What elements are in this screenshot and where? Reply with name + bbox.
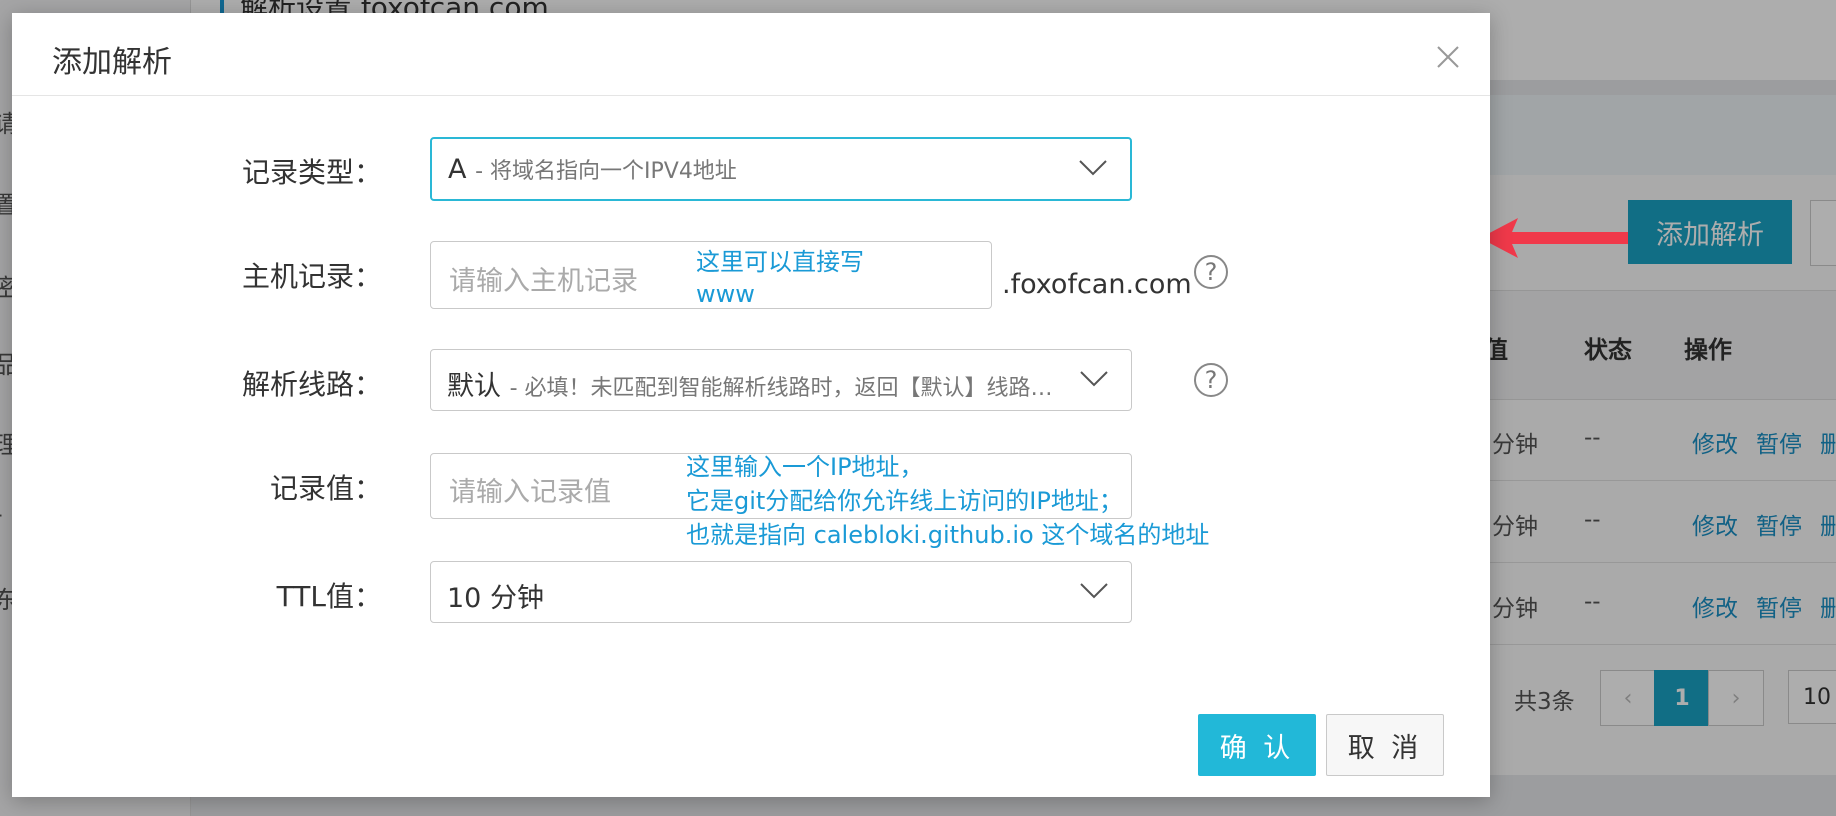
add-record-dialog: 添加解析 记录类型： A - 将域名指向一个IPV4地址 主机记录： 请输入主机… bbox=[12, 13, 1490, 797]
value-annotation-line3: 也就是指向 calebloki.github.io 这个域名的地址 bbox=[686, 521, 1210, 549]
record-value-label: 记录值： bbox=[269, 472, 382, 505]
host-annotation-line2: www bbox=[696, 280, 755, 308]
help-icon[interactable]: ? bbox=[1194, 255, 1228, 289]
ttl-select[interactable]: 10 分钟 bbox=[430, 561, 1132, 623]
cancel-button[interactable]: 取 消 bbox=[1326, 714, 1444, 776]
resolution-line-label: 解析线路： bbox=[241, 368, 382, 401]
host-record-placeholder: 请输入主机记录 bbox=[449, 266, 638, 297]
value-annotation-line1: 这里输入一个IP地址， bbox=[686, 453, 924, 481]
dialog-header: 添加解析 bbox=[12, 13, 1490, 96]
help-icon[interactable]: ? bbox=[1194, 363, 1228, 397]
resolution-line-select[interactable]: 默认 - 必填！未匹配到智能解析线路时，返回【默认】线路… bbox=[430, 349, 1132, 411]
resolution-line-description: - 必填！未匹配到智能解析线路时，返回【默认】线路… bbox=[509, 376, 1053, 401]
host-record-label: 主机记录： bbox=[241, 260, 382, 293]
domain-suffix: .foxofcan.com bbox=[1002, 269, 1192, 300]
ttl-label: TTL值： bbox=[276, 580, 382, 613]
chevron-down-icon bbox=[1080, 583, 1108, 599]
ttl-value: 10 分钟 bbox=[447, 583, 544, 614]
record-type-select[interactable]: A - 将域名指向一个IPV4地址 bbox=[430, 137, 1132, 201]
resolution-line-selected: 默认 bbox=[447, 371, 501, 402]
record-type-description: - 将域名指向一个IPV4地址 bbox=[475, 159, 737, 184]
record-type-value: A - 将域名指向一个IPV4地址 bbox=[448, 153, 737, 185]
record-value-placeholder: 请输入记录值 bbox=[449, 477, 611, 508]
resolution-line-value: 默认 - 必填！未匹配到智能解析线路时，返回【默认】线路… bbox=[447, 364, 1053, 403]
chevron-down-icon bbox=[1079, 160, 1107, 176]
chevron-down-icon bbox=[1080, 371, 1108, 387]
dialog-title: 添加解析 bbox=[52, 45, 172, 80]
record-type-label: 记录类型： bbox=[241, 156, 382, 189]
host-annotation-line1: 这里可以直接写 bbox=[696, 248, 864, 276]
value-annotation-line2: 它是git分配给你允许线上访问的IP地址； bbox=[686, 487, 1123, 515]
close-icon[interactable] bbox=[1434, 43, 1462, 71]
confirm-button[interactable]: 确 认 bbox=[1198, 714, 1316, 776]
annotation-arrow-icon bbox=[1480, 218, 1628, 258]
record-type-selected: A bbox=[448, 154, 467, 185]
